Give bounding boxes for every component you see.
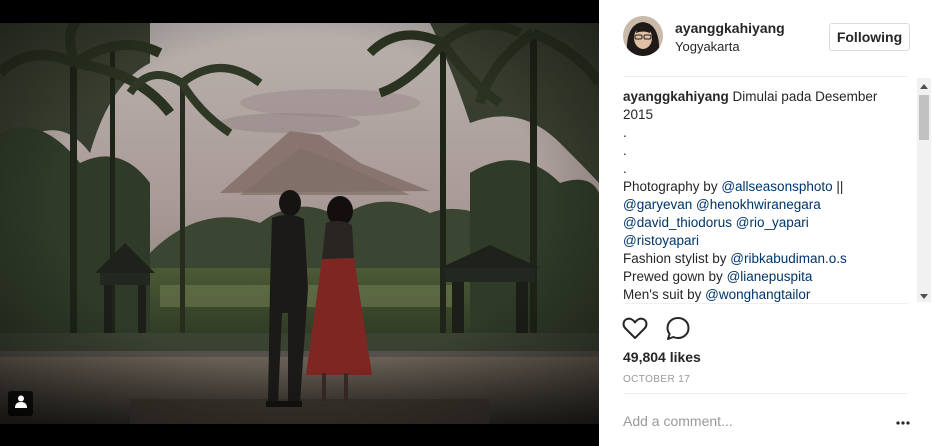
scroll-thumb[interactable]	[919, 95, 929, 140]
comment-divider	[623, 393, 908, 394]
caption-text: ayanggkahiyang Dimulai pada Desember 201…	[623, 88, 877, 302]
caption-divider	[623, 303, 908, 304]
caption-suit-label: Men's suit by	[623, 287, 706, 302]
mention-link[interactable]: @wonghangtailor	[705, 287, 810, 302]
user-tag-button[interactable]	[8, 391, 33, 416]
more-options-button[interactable]	[894, 412, 912, 430]
ellipsis-icon	[896, 412, 910, 430]
post-details-panel: ayanggkahiyang Yogyakarta Following ayan…	[599, 0, 932, 446]
comment-bubble-icon[interactable]	[664, 314, 692, 342]
mention-link[interactable]: @ribkabudiman.o.s	[730, 251, 847, 266]
caption-separator: ||	[832, 179, 844, 194]
scroll-down-arrow-icon	[920, 286, 928, 304]
caption-line: 2015	[623, 107, 654, 122]
mention-link[interactable]: @lianepuspita	[727, 269, 813, 284]
header-divider	[623, 76, 908, 77]
likes-count[interactable]: 49,804 likes	[623, 349, 701, 365]
scroll-up-button[interactable]	[917, 78, 931, 92]
mention-link[interactable]: @david_thiodorus	[623, 215, 732, 230]
user-tag-icon	[14, 395, 27, 413]
post-date: OCTOBER 17	[623, 374, 691, 385]
caption-dot: .	[623, 125, 627, 140]
mention-link[interactable]: @rio_yapari	[736, 215, 809, 230]
caption-area[interactable]: ayanggkahiyang Dimulai pada Desember 201…	[623, 88, 916, 302]
add-comment-input[interactable]	[623, 408, 873, 434]
scroll-down-button[interactable]	[917, 288, 931, 302]
avatar[interactable]	[623, 16, 663, 56]
caption-gown-label: Prewed gown by	[623, 269, 727, 284]
post-header: ayanggkahiyang Yogyakarta Following	[599, 0, 932, 76]
post-location[interactable]: Yogyakarta	[675, 39, 740, 54]
mention-link[interactable]: @garyevan	[623, 197, 692, 212]
couple-photo-illustration	[0, 23, 599, 424]
caption-dot: .	[623, 143, 627, 158]
post-actions	[621, 314, 692, 342]
post-media[interactable]	[0, 0, 599, 446]
mention-link[interactable]: @allseasonsphoto	[721, 179, 832, 194]
caption-photography-label: Photography by	[623, 179, 722, 194]
heart-icon[interactable]	[621, 314, 649, 342]
caption-dot: .	[623, 161, 627, 176]
caption-first-text: Dimulai pada Desember	[728, 89, 878, 104]
scroll-up-arrow-icon	[920, 76, 928, 94]
post-username[interactable]: ayanggkahiyang	[675, 20, 785, 36]
post-photo[interactable]	[0, 23, 599, 424]
mention-link[interactable]: @henokhwiranegara	[696, 197, 821, 212]
mention-link[interactable]: @ristoyapari	[623, 233, 699, 248]
caption-fashion-label: Fashion stylist by	[623, 251, 731, 266]
following-button[interactable]: Following	[829, 23, 910, 51]
caption-scrollbar[interactable]	[917, 78, 931, 302]
caption-author[interactable]: ayanggkahiyang	[623, 89, 729, 104]
